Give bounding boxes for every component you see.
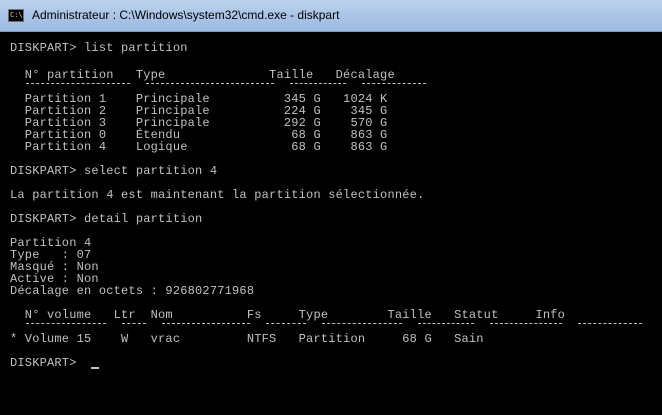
text-cursor <box>91 367 99 369</box>
header-separator <box>490 323 562 324</box>
header-separator <box>362 83 426 84</box>
header-separator <box>146 83 274 84</box>
volume-table-header: N° volume Ltr Nom Fs Type Taille Statut … <box>10 308 566 322</box>
header-separator <box>26 323 106 324</box>
cmd-window: C:\ Administrateur : C:\Windows\system32… <box>0 0 662 415</box>
header-separator <box>122 323 146 324</box>
volume-row: * Volume 15 W vrac NTFS Partition 68 G S… <box>10 332 484 346</box>
selection-message: La partition 4 est maintenant la partiti… <box>10 188 425 202</box>
window-title: Administrateur : C:\Windows\system32\cmd… <box>32 8 340 22</box>
command-prompt[interactable]: DISKPART> <box>10 357 84 369</box>
header-separator <box>26 83 130 84</box>
header-separator <box>162 323 250 324</box>
prompt-list-partition: DISKPART> list partition <box>10 41 188 55</box>
header-separator <box>418 323 474 324</box>
header-separator <box>578 323 642 324</box>
console-icon: C:\ <box>8 9 24 22</box>
partition-table-header: N° partition Type Taille Décalage <box>10 68 395 82</box>
prompt-select-partition: DISKPART> select partition 4 <box>10 164 218 178</box>
detail-line: Décalage en octets : 926802771968 <box>10 284 255 298</box>
title-bar[interactable]: C:\ Administrateur : C:\Windows\system32… <box>0 0 662 32</box>
partition-row: Partition 4 Logique 68 G 863 G <box>10 140 388 154</box>
header-separator <box>266 323 306 324</box>
header-separator <box>322 323 402 324</box>
header-separator <box>290 83 346 84</box>
console-output[interactable]: DISKPART> list partition N° partition Ty… <box>0 32 662 415</box>
prompt-detail-partition: DISKPART> detail partition <box>10 212 203 226</box>
